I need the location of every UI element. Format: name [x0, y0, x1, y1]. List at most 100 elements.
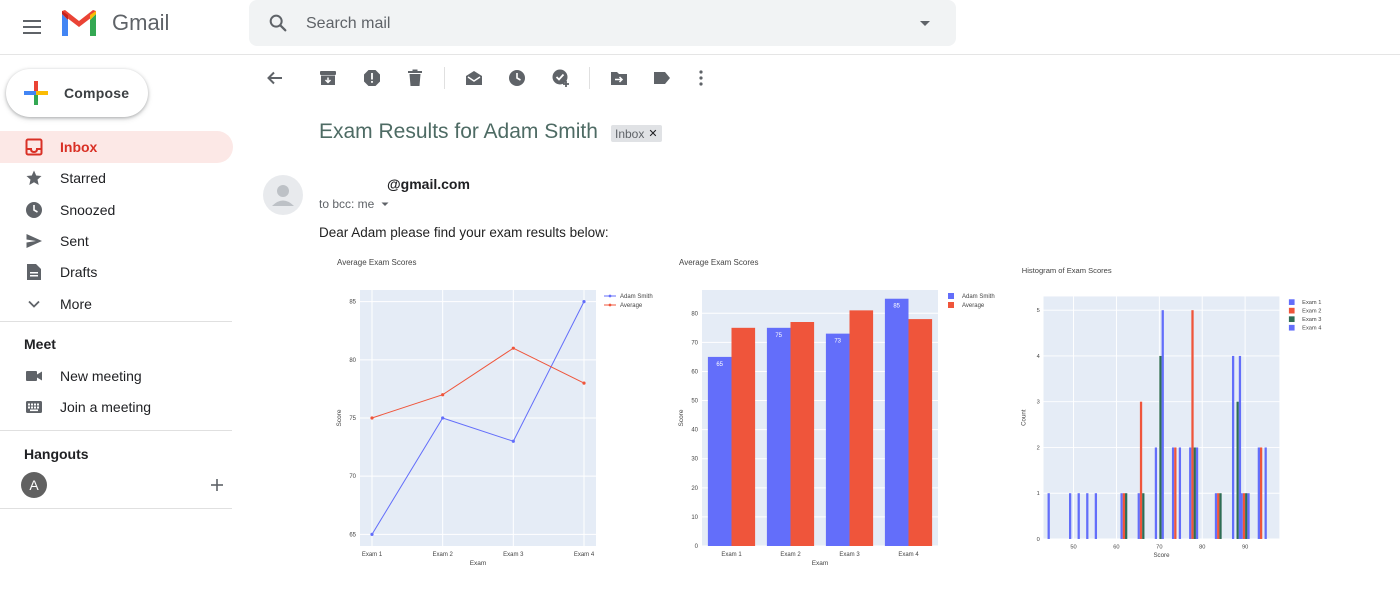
- email-subject: Exam Results for Adam Smith: [319, 120, 598, 143]
- remove-label-icon[interactable]: ✕: [648, 127, 657, 140]
- report-spam-button[interactable]: [360, 66, 384, 90]
- data-point: [511, 346, 515, 350]
- back-button[interactable]: [263, 66, 287, 90]
- histogram-bar: [1217, 493, 1220, 539]
- bar-value-label: 73: [834, 339, 841, 345]
- bar-value-label: 75: [775, 333, 782, 339]
- bar: [766, 327, 791, 546]
- move-to-button[interactable]: [607, 66, 631, 90]
- sidebar-item-starred[interactable]: Starred: [0, 162, 233, 194]
- legend-label: Adam Smith: [620, 294, 653, 300]
- y-tick-label: 0: [1037, 537, 1040, 543]
- hangouts-avatar[interactable]: A: [21, 472, 47, 498]
- chart-title: Average Exam Scores: [679, 258, 758, 267]
- y-tick-label: 85: [349, 300, 356, 306]
- x-tick-label: Exam 4: [574, 552, 595, 558]
- histogram-bar: [1174, 447, 1177, 539]
- sidebar-divider: [0, 430, 232, 431]
- sender-avatar[interactable]: [263, 175, 303, 215]
- y-tick-label: 30: [691, 457, 698, 463]
- legend-swatch: [1288, 316, 1295, 323]
- add-hangout-button[interactable]: [208, 476, 226, 494]
- sidebar-item-sent[interactable]: Sent: [0, 225, 233, 257]
- delete-button[interactable]: [403, 66, 427, 90]
- search-input[interactable]: [304, 11, 908, 37]
- sidebar-item-label: Sent: [60, 233, 89, 249]
- y-tick-label: 65: [349, 532, 356, 538]
- bar-value-label: 85: [893, 304, 900, 310]
- compose-label: Compose: [64, 85, 130, 101]
- legend-swatch-marker: [608, 294, 612, 298]
- sidebar-item-label: Starred: [60, 170, 106, 186]
- histogram-bar: [1191, 310, 1194, 539]
- y-tick-label: 75: [349, 416, 356, 422]
- x-tick-label: Exam 4: [898, 552, 919, 558]
- show-details-icon[interactable]: [380, 199, 390, 209]
- x-tick-label: 90: [1242, 544, 1248, 550]
- x-tick-label: 50: [1070, 544, 1076, 550]
- bar: [731, 327, 756, 546]
- sidebar-item-drafts[interactable]: Drafts: [0, 256, 233, 288]
- mark-unread-button[interactable]: [462, 66, 486, 90]
- more-options-button[interactable]: [689, 66, 713, 90]
- y-tick-label: 70: [349, 474, 356, 480]
- histogram-bar: [1264, 447, 1267, 539]
- data-point: [511, 439, 515, 443]
- y-tick-label: 3: [1037, 400, 1040, 406]
- app-name: Gmail: [112, 10, 170, 35]
- y-tick-label: 4: [1037, 354, 1040, 360]
- add-task-icon: [552, 69, 569, 87]
- meet-section-title: Meet: [24, 336, 56, 352]
- gmail-logo-icon[interactable]: [60, 8, 98, 38]
- y-tick-label: 2: [1037, 445, 1040, 451]
- sidebar-item-label: New meeting: [60, 368, 142, 384]
- sidebar-item-label: Snoozed: [60, 202, 116, 218]
- hamburger-menu-icon: [23, 20, 41, 34]
- histogram-bar: [1159, 355, 1162, 539]
- y-axis-label: Score: [336, 409, 343, 426]
- label-chip-text: Inbox: [615, 126, 645, 141]
- video-icon: [24, 366, 44, 386]
- x-tick-label: Exam 1: [362, 552, 383, 558]
- x-axis-label: Exam: [812, 560, 829, 567]
- search-icon[interactable]: [267, 12, 289, 34]
- x-axis-label: Exam: [470, 560, 487, 567]
- sidebar-item-new-meeting[interactable]: New meeting: [0, 360, 233, 392]
- legend-label: Average: [620, 303, 643, 309]
- sidebar-item-inbox[interactable]: Inbox: [0, 131, 233, 163]
- y-axis-label: Count: [1021, 409, 1028, 426]
- sidebar-item-label: More: [60, 296, 92, 312]
- search-bar[interactable]: [249, 0, 956, 46]
- sidebar-item-label: Inbox: [60, 139, 98, 155]
- y-tick-label: 50: [691, 399, 698, 405]
- main-menu-button[interactable]: [14, 9, 50, 45]
- data-point: [582, 300, 586, 304]
- label-button[interactable]: [650, 66, 674, 90]
- bar: [707, 356, 732, 546]
- data-point: [370, 416, 374, 420]
- search-options-dropdown-icon[interactable]: [917, 15, 933, 31]
- legend-label: Average: [962, 303, 985, 309]
- histogram-bar: [1257, 447, 1260, 539]
- snooze-icon: [509, 70, 525, 86]
- data-point: [370, 532, 374, 536]
- sidebar-item-more[interactable]: More: [0, 288, 233, 320]
- recipients-row[interactable]: to bcc: me: [319, 197, 390, 211]
- legend-label: Exam 4: [1302, 326, 1321, 332]
- y-tick-label: 70: [691, 340, 698, 346]
- chart-title: Average Exam Scores: [337, 258, 416, 267]
- histogram-bar: [1154, 447, 1158, 539]
- archive-button[interactable]: [316, 66, 340, 90]
- sidebar-item-join-meeting[interactable]: Join a meeting: [0, 391, 233, 423]
- inbox-label-chip[interactable]: Inbox ✕: [611, 125, 662, 142]
- compose-button[interactable]: Compose: [6, 69, 148, 117]
- legend-swatch-marker: [608, 303, 612, 307]
- snooze-button[interactable]: [505, 66, 529, 90]
- add-to-tasks-button[interactable]: [549, 66, 573, 90]
- toolbar-separator: [444, 67, 445, 89]
- draft-icon: [24, 262, 44, 282]
- x-tick-label: Exam 1: [721, 552, 742, 558]
- sidebar-item-snoozed[interactable]: Snoozed: [0, 194, 233, 226]
- histogram-bar: [1139, 401, 1143, 539]
- legend-swatch: [948, 293, 954, 299]
